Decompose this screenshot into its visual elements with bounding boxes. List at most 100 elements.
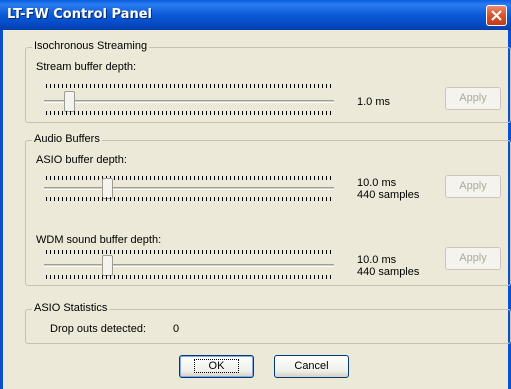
slider-tick (202, 250, 203, 254)
ok-button[interactable]: OK (179, 355, 254, 378)
wdm-buffer-label: WDM sound buffer depth: (36, 234, 162, 246)
slider-tick (114, 176, 115, 180)
close-button[interactable] (486, 5, 507, 26)
slider-tick (122, 275, 123, 279)
slider-tick (274, 176, 275, 180)
audio-buffers-group-title: Audio Buffers (32, 133, 102, 145)
slider-tick (198, 250, 199, 254)
slider-tick (66, 197, 67, 201)
slider-tick (306, 197, 307, 201)
slider-tick (286, 197, 287, 201)
wdm-slider-ticks-top (46, 250, 331, 254)
wdm-slider-thumb[interactable] (102, 255, 113, 276)
slider-tick (234, 176, 235, 180)
slider-tick (322, 176, 323, 180)
slider-tick (194, 84, 195, 88)
slider-tick (82, 111, 83, 115)
slider-tick (126, 111, 127, 115)
asio-slider-track[interactable] (44, 187, 334, 190)
slider-tick (294, 176, 295, 180)
slider-tick (206, 176, 207, 180)
slider-tick (318, 250, 319, 254)
stream-slider-thumb[interactable] (64, 91, 75, 112)
slider-tick (326, 176, 327, 180)
slider-tick (66, 111, 67, 115)
slider-tick (202, 84, 203, 88)
slider-tick (262, 176, 263, 180)
slider-tick (194, 197, 195, 201)
slider-tick (142, 197, 143, 201)
slider-tick (102, 84, 103, 88)
title-bar[interactable]: LT-FW Control Panel (0, 0, 511, 30)
slider-tick (198, 197, 199, 201)
asio-apply-button[interactable]: Apply (445, 175, 501, 198)
slider-tick (330, 250, 331, 254)
wdm-slider-track[interactable] (44, 264, 334, 267)
slider-tick (130, 84, 131, 88)
slider-tick (186, 176, 187, 180)
slider-tick (90, 84, 91, 88)
slider-tick (230, 275, 231, 279)
asio-slider-thumb[interactable] (102, 178, 113, 199)
slider-tick (182, 197, 183, 201)
slider-tick (318, 197, 319, 201)
slider-tick (106, 250, 107, 254)
slider-tick (86, 84, 87, 88)
slider-tick (146, 275, 147, 279)
slider-tick (78, 250, 79, 254)
slider-tick (210, 111, 211, 115)
slider-tick (86, 111, 87, 115)
slider-tick (182, 176, 183, 180)
slider-tick (194, 111, 195, 115)
slider-tick (114, 84, 115, 88)
slider-tick (242, 111, 243, 115)
slider-tick (330, 111, 331, 115)
slider-tick (202, 275, 203, 279)
slider-tick (78, 275, 79, 279)
slider-tick (210, 275, 211, 279)
slider-tick (278, 197, 279, 201)
slider-tick (226, 250, 227, 254)
slider-tick (138, 176, 139, 180)
slider-tick (218, 84, 219, 88)
slider-tick (122, 84, 123, 88)
slider-tick (194, 176, 195, 180)
slider-tick (218, 250, 219, 254)
slider-tick (98, 250, 99, 254)
slider-tick (62, 84, 63, 88)
stream-buffer-value: 1.0 ms (357, 96, 391, 108)
asio-buffer-value-samples: 440 samples (357, 189, 420, 201)
slider-tick (230, 197, 231, 201)
slider-tick (106, 275, 107, 279)
slider-tick (330, 176, 331, 180)
slider-tick (118, 176, 119, 180)
slider-tick (102, 275, 103, 279)
slider-tick (182, 84, 183, 88)
slider-tick (142, 84, 143, 88)
slider-tick (86, 176, 87, 180)
wdm-apply-button[interactable]: Apply (445, 247, 501, 270)
slider-tick (318, 111, 319, 115)
slider-tick (290, 275, 291, 279)
slider-tick (226, 275, 227, 279)
slider-tick (266, 176, 267, 180)
slider-tick (214, 111, 215, 115)
slider-tick (170, 275, 171, 279)
slider-tick (106, 84, 107, 88)
slider-tick (146, 176, 147, 180)
slider-tick (86, 275, 87, 279)
slider-tick (250, 250, 251, 254)
ok-button-label: OK (193, 359, 240, 373)
slider-tick (238, 84, 239, 88)
slider-tick (286, 275, 287, 279)
slider-tick (282, 111, 283, 115)
slider-tick (50, 275, 51, 279)
slider-tick (322, 275, 323, 279)
asio-buffer-label: ASIO buffer depth: (36, 154, 127, 166)
cancel-button[interactable]: Cancel (274, 355, 349, 378)
slider-tick (322, 111, 323, 115)
slider-tick (110, 111, 111, 115)
slider-tick (254, 84, 255, 88)
stream-slider-track[interactable] (44, 100, 334, 103)
stream-apply-button[interactable]: Apply (445, 87, 501, 110)
